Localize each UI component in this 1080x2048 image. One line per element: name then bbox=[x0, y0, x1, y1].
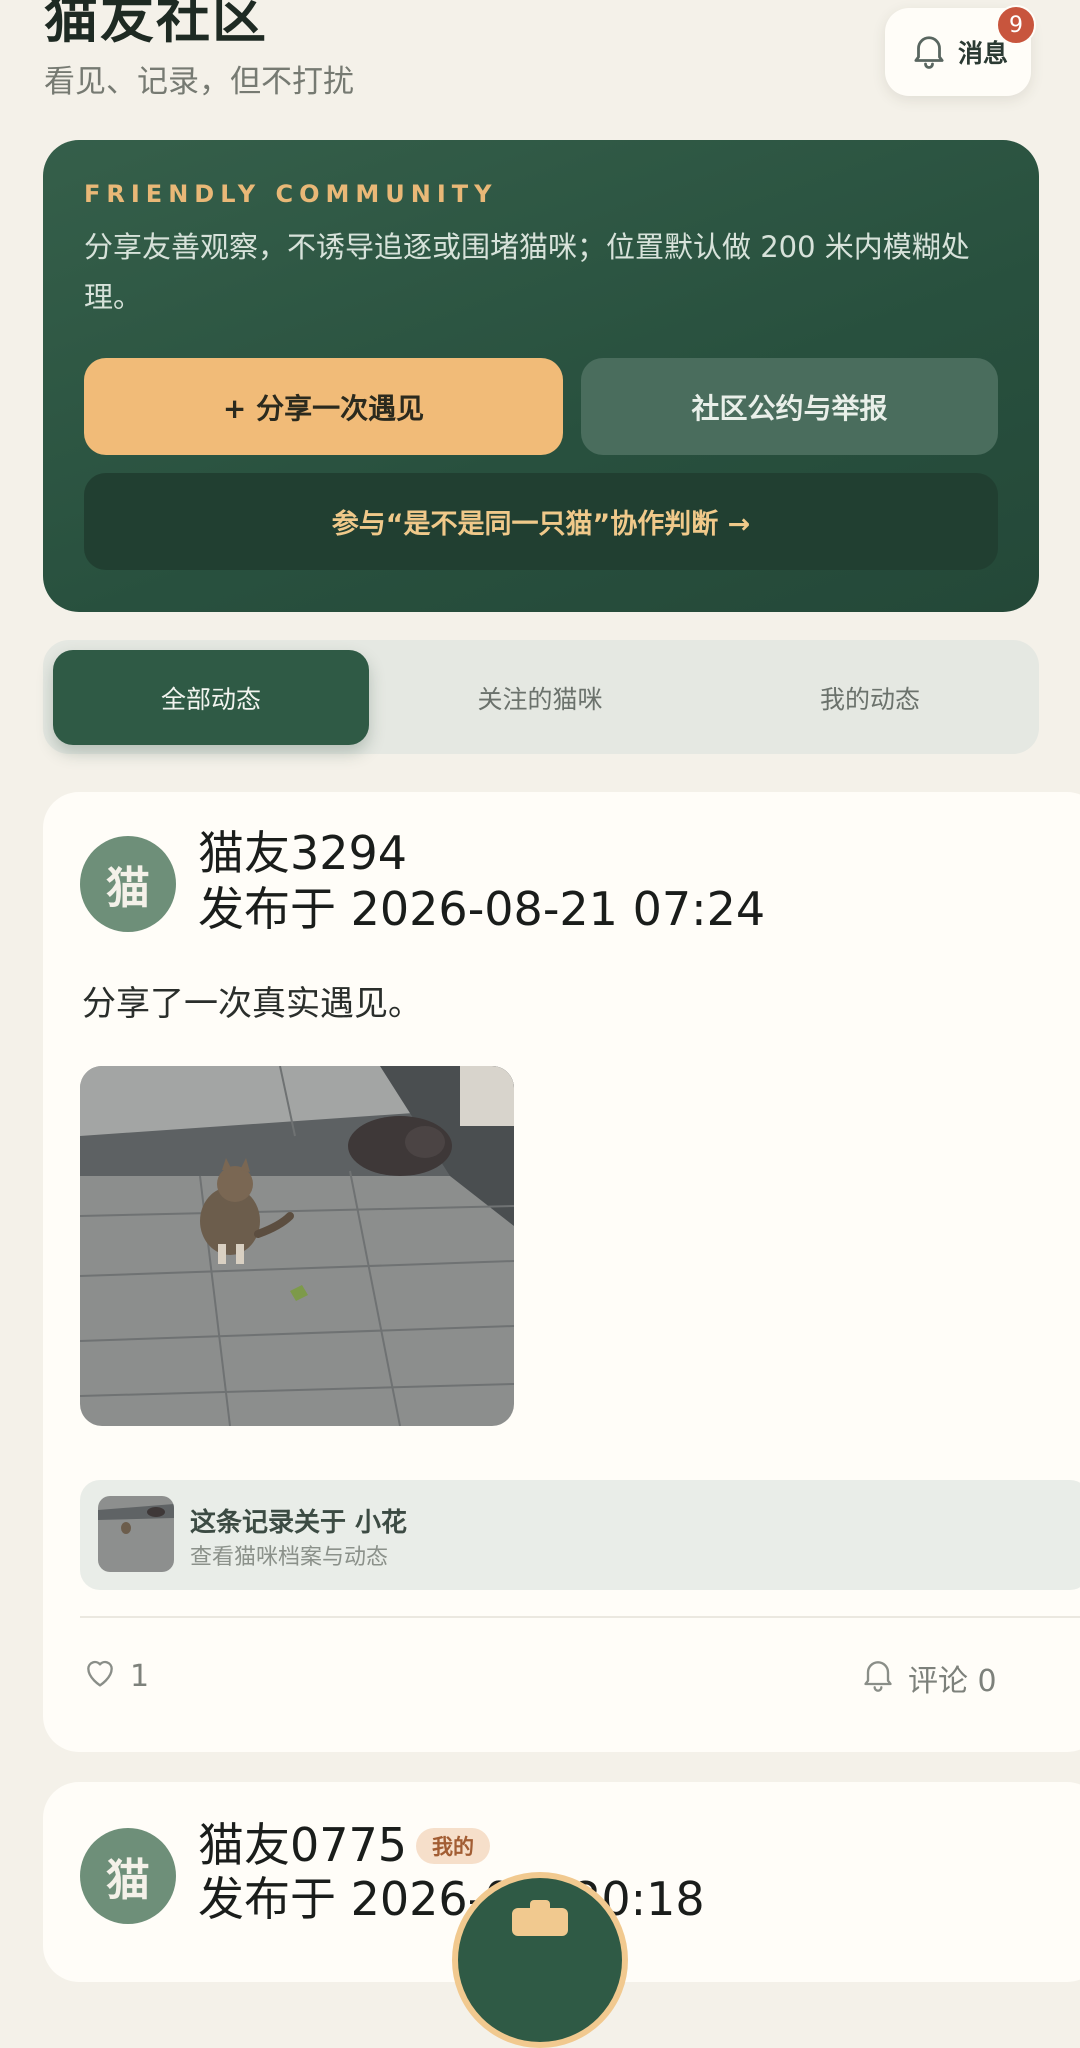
same-cat-collab-button[interactable]: 参与“是不是同一只猫”协作判断 → bbox=[84, 473, 998, 570]
post-author[interactable]: 猫友3294 bbox=[198, 826, 407, 880]
camera-icon bbox=[508, 1896, 572, 1940]
tab-my-activity[interactable]: 我的动态 bbox=[712, 650, 1028, 745]
camera-fab-button[interactable] bbox=[452, 1872, 628, 2048]
post-divider bbox=[80, 1616, 1080, 1618]
page-subtitle: 看见、记录，但不打扰 bbox=[44, 64, 354, 100]
share-encounter-button[interactable]: + 分享一次遇见 bbox=[84, 358, 563, 455]
avatar[interactable]: 猫 bbox=[80, 1828, 176, 1924]
tab-followed-cats[interactable]: 关注的猫咪 bbox=[382, 650, 698, 745]
post-body: 分享了一次真实遇见。 bbox=[82, 984, 422, 1024]
like-count: 1 bbox=[130, 1658, 150, 1694]
avatar[interactable]: 猫 bbox=[80, 836, 176, 932]
mine-badge: 我的 bbox=[416, 1828, 490, 1864]
bell-icon bbox=[908, 29, 950, 75]
post-time: 发布于 2026-08-21 07:24 bbox=[198, 882, 766, 936]
post-photo[interactable] bbox=[80, 1066, 514, 1426]
comment-bell-icon bbox=[858, 1654, 898, 1702]
comment-count: 评论 0 bbox=[908, 1664, 997, 1699]
post-time: 发布于 2026-0 0 20:18 bbox=[198, 1872, 705, 1926]
messages-count-badge: 9 bbox=[996, 5, 1036, 45]
tab-all-activity[interactable]: 全部动态 bbox=[53, 650, 369, 745]
community-rules-button[interactable]: 社区公约与举报 bbox=[581, 358, 998, 455]
messages-label: 消息 bbox=[957, 39, 1008, 68]
hero-description: 分享友善观察，不诱导追逐或围堵猫咪；位置默认做 200 米内模糊处理。 bbox=[84, 230, 970, 314]
cat-thumbnail bbox=[98, 1496, 174, 1572]
post-author[interactable]: 猫友0775 bbox=[198, 1818, 407, 1872]
cat-link-title: 这条记录关于 小花 bbox=[190, 1508, 408, 1538]
hero-kicker: FRIENDLY COMMUNITY bbox=[84, 180, 498, 208]
comment-button[interactable]: 评论 0 bbox=[858, 1654, 997, 1702]
page-title: 猫友社区 bbox=[44, 0, 268, 50]
heart-icon bbox=[80, 1652, 120, 1700]
cat-link-subtitle: 查看猫咪档案与动态 bbox=[190, 1545, 389, 1570]
like-button[interactable]: 1 bbox=[80, 1652, 149, 1700]
